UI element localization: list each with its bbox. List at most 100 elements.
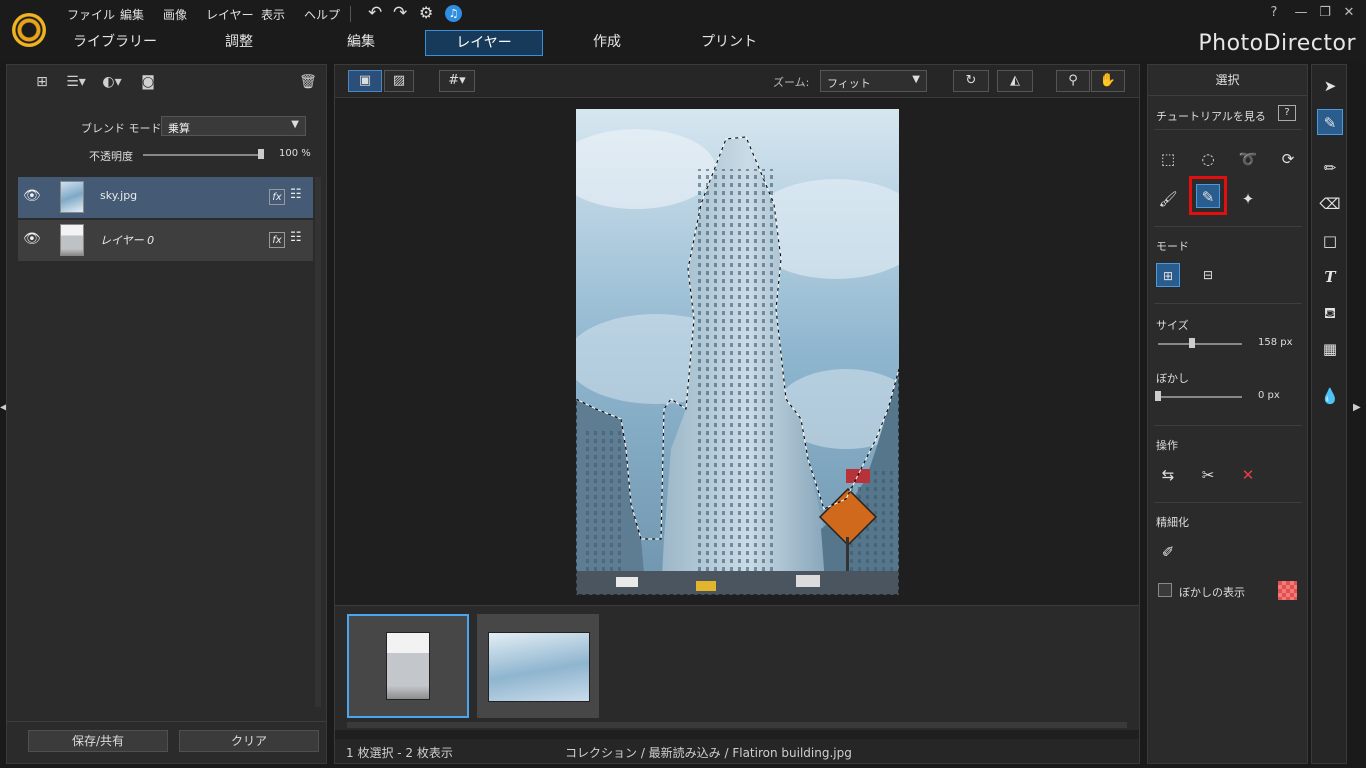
help-button[interactable]: ? <box>1265 4 1283 22</box>
flip-button[interactable]: ◭ <box>997 70 1033 92</box>
minimize-button[interactable]: — <box>1292 4 1310 22</box>
adjustment-layer-icon[interactable]: ◐▾ <box>101 73 123 91</box>
add-to-selection-icon[interactable]: ⊞ <box>1156 263 1180 287</box>
layer-mask-icon[interactable]: ◙ <box>137 73 159 91</box>
separator <box>1154 425 1302 426</box>
photo-composite <box>576 109 899 595</box>
brand-name: PhotoDirector <box>1198 31 1356 56</box>
save-share-button[interactable]: 保存/共有 <box>28 730 168 752</box>
zoom-value: フィット <box>827 77 871 90</box>
feather-slider-handle[interactable] <box>1155 391 1161 401</box>
drop-blur-tool-icon[interactable]: 💧 <box>1317 383 1343 409</box>
tab-adjust[interactable]: 調整 <box>186 30 292 54</box>
zoom-select[interactable]: フィット ▼ <box>820 70 927 92</box>
separator <box>1154 129 1302 130</box>
feather-slider[interactable] <box>1158 396 1242 398</box>
cut-selection-icon[interactable]: ✂ <box>1196 463 1220 487</box>
clear-button[interactable]: クリア <box>179 730 319 752</box>
tab-print[interactable]: プリント <box>676 30 782 54</box>
clear-selection-icon[interactable]: ✕ <box>1236 463 1260 487</box>
film-thumb-flatiron[interactable] <box>347 614 469 718</box>
thumbnail-image <box>386 632 430 700</box>
menu-view[interactable]: 表示 <box>261 6 285 23</box>
view-compare-button[interactable]: ▨ <box>384 70 414 92</box>
fx-button[interactable]: fx <box>269 189 285 205</box>
file-path: コレクション / 最新読み込み / Flatiron building.jpg <box>565 746 852 760</box>
zoom-tool-button[interactable]: ⚲ <box>1056 70 1090 92</box>
rect-select-icon[interactable]: ⬚ <box>1156 147 1180 171</box>
rotate-button[interactable]: ↻ <box>953 70 989 92</box>
zoom-label: ズーム: <box>773 76 810 89</box>
magnetic-lasso-icon[interactable]: ⟳ <box>1276 147 1300 171</box>
separator <box>1154 226 1302 227</box>
pencil-tool-icon[interactable]: ✏ <box>1317 155 1343 181</box>
magic-wand-icon[interactable]: ✦ <box>1236 187 1260 211</box>
notification-icon[interactable]: ♫ <box>445 5 462 22</box>
tutorial-icon[interactable]: ? <box>1278 105 1296 121</box>
thumbnail-image <box>488 632 590 702</box>
opacity-slider-handle[interactable] <box>258 149 264 159</box>
subtract-from-selection-icon[interactable]: ⊟ <box>1196 263 1220 287</box>
tab-create[interactable]: 作成 <box>554 30 660 54</box>
canvas-image[interactable] <box>576 109 899 595</box>
layers-scrollbar[interactable] <box>315 177 321 707</box>
selection-tool-icon[interactable]: ✎ <box>1317 109 1343 135</box>
divider <box>7 721 326 722</box>
fill-bucket-icon[interactable]: ⛾ <box>1317 300 1343 326</box>
feather-color-swatch[interactable] <box>1278 581 1297 600</box>
menu-help[interactable]: ヘルプ <box>304 6 340 23</box>
layer-row-sky[interactable]: 👁 sky.jpg fx ☷ <box>18 177 313 218</box>
fx-button[interactable]: fx <box>269 232 285 248</box>
visibility-eye-icon[interactable]: 👁 <box>23 188 41 204</box>
add-layer-icon[interactable]: ⊞ <box>31 73 53 91</box>
film-thumb-sky[interactable] <box>477 614 599 718</box>
text-tool-icon[interactable]: T <box>1317 264 1343 290</box>
view-single-button[interactable]: ▣ <box>348 70 382 92</box>
menu-file[interactable]: ファイル <box>67 6 115 23</box>
pan-tool-button[interactable]: ✋ <box>1091 70 1125 92</box>
size-slider[interactable] <box>1158 343 1242 345</box>
menu-image[interactable]: 画像 <box>163 6 187 23</box>
show-feather-checkbox[interactable] <box>1158 583 1172 597</box>
tab-edit[interactable]: 編集 <box>308 30 414 54</box>
menu-divider <box>350 6 351 22</box>
undo-icon[interactable]: ↶ <box>368 3 382 23</box>
chevron-down-icon: ▼ <box>912 74 920 85</box>
grid-button[interactable]: #▾ <box>439 70 475 92</box>
layer-settings-sliders-icon[interactable]: ☷ <box>290 230 302 245</box>
tab-layers[interactable]: レイヤー <box>425 30 543 56</box>
menu-edit[interactable]: 編集 <box>120 6 144 23</box>
settings-gear-icon[interactable]: ⚙ <box>419 3 433 22</box>
operation-label: 操作 <box>1156 439 1178 452</box>
refine-edge-icon[interactable]: ✐ <box>1156 540 1180 564</box>
blend-mode-label: ブレンド モード: <box>81 122 166 135</box>
invert-selection-icon[interactable]: ⇆ <box>1156 463 1180 487</box>
pointer-tool-icon[interactable]: ➤ <box>1317 73 1343 99</box>
delete-layer-icon[interactable]: 🗑 <box>297 73 319 91</box>
redo-icon[interactable]: ↷ <box>393 3 407 23</box>
menu-layer[interactable]: レイヤー <box>206 6 254 23</box>
restore-button[interactable]: ❐ <box>1316 4 1334 22</box>
ellipse-select-icon[interactable]: ◌ <box>1196 147 1220 171</box>
film-strip-scrollbar[interactable] <box>347 722 1127 728</box>
blend-mode-select[interactable]: 乗算 ▼ <box>161 116 306 136</box>
shape-tool-icon[interactable]: □ <box>1317 228 1343 254</box>
size-slider-handle[interactable] <box>1188 338 1195 348</box>
gradient-tool-icon[interactable]: ▦ <box>1317 336 1343 362</box>
image-viewer: ▣ ▨ #▾ ズーム: フィット ▼ ↻ ◭ ⚲ ✋ 1 枚選択 - 2 枚表示… <box>334 64 1140 764</box>
collapse-right-arrow-icon[interactable]: ▶ <box>1353 402 1361 413</box>
layer-menu-icon[interactable]: ☰▾ <box>65 73 87 91</box>
layer-row-layer0[interactable]: 👁 レイヤー 0 fx ☷ <box>18 220 313 261</box>
smart-brush-icon[interactable]: ✎ <box>1196 184 1220 208</box>
selection-panel: 選択 チュートリアルを見る ? ⬚ ◌ ➰ ⟳ 🖌 ✎ ✦ モード ⊞ ⊟ サイ… <box>1147 64 1308 764</box>
tutorial-link[interactable]: チュートリアルを見る <box>1156 108 1266 124</box>
eraser-tool-icon[interactable]: ⌫ <box>1317 191 1343 217</box>
visibility-eye-icon[interactable]: 👁 <box>23 231 41 247</box>
layer-settings-sliders-icon[interactable]: ☷ <box>290 187 302 202</box>
brush-select-icon[interactable]: 🖌 <box>1156 187 1180 211</box>
close-button[interactable]: ✕ <box>1340 4 1358 22</box>
lasso-icon[interactable]: ➰ <box>1236 147 1260 171</box>
opacity-slider[interactable] <box>143 154 261 156</box>
tab-library[interactable]: ライブラリー <box>62 30 168 54</box>
size-value: 158 px <box>1258 337 1293 348</box>
